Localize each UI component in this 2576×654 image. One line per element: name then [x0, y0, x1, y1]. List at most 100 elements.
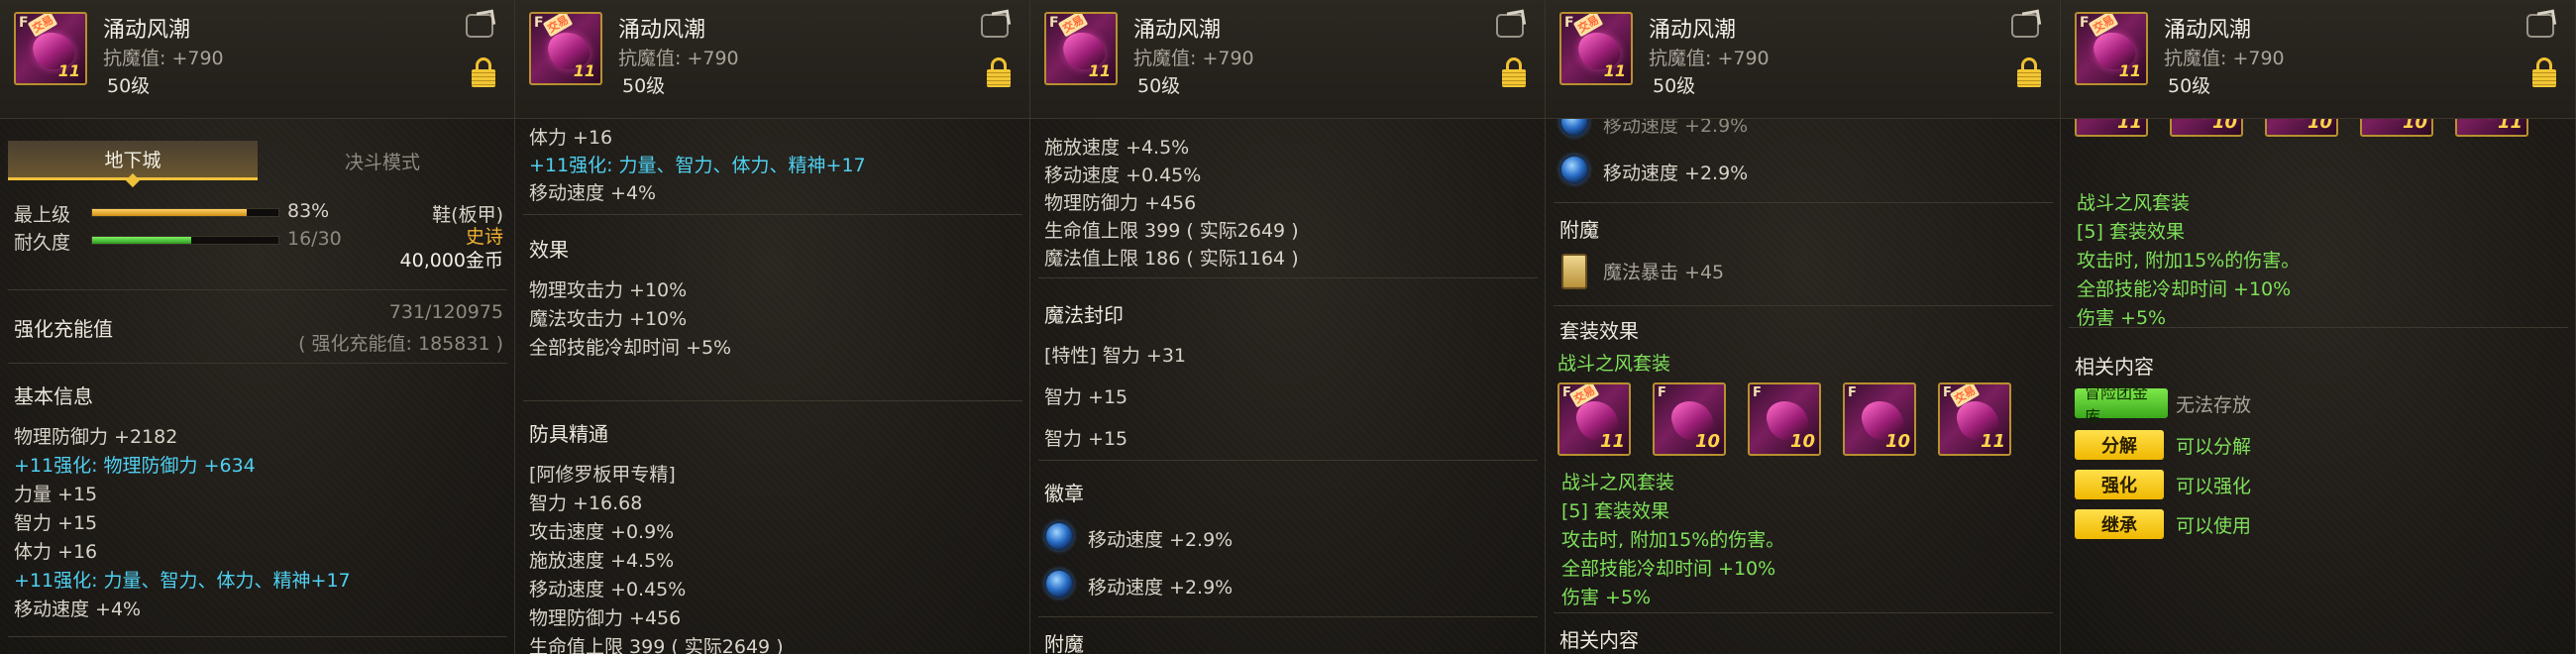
- item-header: F 交易 11 涌动风潮 抗魔值: +790 50级: [0, 0, 514, 119]
- divider: [1038, 277, 1538, 278]
- set-effect-line: 全部技能冷却时间 +10%: [1561, 558, 1776, 580]
- item-stat: 抗魔值: +790: [103, 48, 224, 69]
- stat-line: +11强化: 力量、智力、体力、精神+17: [14, 570, 351, 592]
- durability-fill: [92, 237, 191, 244]
- charge-label: 强化充能值: [14, 317, 113, 341]
- set-item-icon[interactable]: F 10: [1843, 382, 1916, 456]
- set-effect-line: [5] 套装效果: [1561, 500, 1669, 522]
- stat-line: +11强化: 力量、智力、体力、精神+17: [529, 155, 866, 176]
- divider: [523, 400, 1022, 401]
- max-level-bar: [91, 208, 279, 217]
- divider: [1038, 460, 1538, 461]
- action-badge[interactable]: 继承: [2075, 509, 2164, 539]
- set-item-icon[interactable]: F 10: [1653, 382, 1726, 456]
- mastery-line: 智力 +16.68: [529, 492, 643, 514]
- lock-icon[interactable]: [1502, 57, 1526, 87]
- emblem-line: 移动速度 +2.9%: [1088, 577, 1234, 599]
- plus-tag: 10: [1884, 431, 1910, 452]
- item-header: F 交易 11 涌动风潮 抗魔值: +790 50级: [2061, 0, 2575, 119]
- set-effect-line: 伤害 +5%: [2077, 307, 2167, 329]
- lock-icon[interactable]: [987, 57, 1011, 87]
- stat-line: 物理防御力 +2182: [14, 426, 178, 448]
- share-icon[interactable]: [2526, 14, 2554, 38]
- tab-pvp[interactable]: 决斗模式: [258, 141, 507, 180]
- charge-sub: ( 强化充能值: 185831 ): [298, 333, 503, 355]
- mastery-line: 施放速度 +4.5%: [529, 550, 675, 572]
- effect-title: 效果: [529, 238, 569, 262]
- enchant-line: 魔法暴击 +45: [1603, 262, 1725, 283]
- effect-line: 全部技能冷却时间 +5%: [529, 337, 732, 359]
- mastery-line: 生命值上限 399 ( 实际2649 ): [529, 636, 784, 654]
- tooltip-panel-4: F 交易 11 涌动风潮 抗魔值: +790 50级 移动速度 +2.9% 移动…: [1546, 0, 2061, 654]
- mastery-line: 攻击速度 +0.9%: [529, 521, 675, 543]
- charge-value: 731/120975: [388, 301, 503, 323]
- stat-line: 移动速度 +4%: [14, 599, 142, 620]
- set-effect-line: 全部技能冷却时间 +10%: [2077, 278, 2292, 300]
- set-effect-line: 战斗之风套装: [2077, 192, 2191, 214]
- item-level: 50级: [107, 75, 151, 97]
- tooltip-panel-1: F 交易 11 涌动风潮 抗魔值: +790 50级 地下城 决斗模式 最上级 …: [0, 0, 515, 654]
- effect-line: 物理攻击力 +10%: [529, 279, 688, 301]
- enchant-title: 附魔: [1044, 632, 1084, 654]
- tooltip-panel-2: F 交易 11 涌动风潮 抗魔值: +790 50级 体力 +16 +11强化: …: [515, 0, 1030, 654]
- tab-dungeon[interactable]: 地下城: [8, 141, 258, 180]
- effect-line: 魔法攻击力 +10%: [529, 308, 688, 330]
- set-item-icon[interactable]: F 10: [1748, 382, 1821, 456]
- item-stat: 抗魔值: +790: [618, 48, 739, 69]
- lock-icon[interactable]: [2017, 57, 2041, 87]
- tooltip-strip: F 交易 11 涌动风潮 抗魔值: +790 50级 地下城 决斗模式 最上级 …: [0, 0, 2576, 654]
- mastery-line: [阿修罗板甲专精]: [529, 464, 676, 486]
- stat-line: 力量 +15: [14, 484, 98, 505]
- set-effect-line: [5] 套装效果: [2077, 221, 2185, 243]
- lock-icon[interactable]: [2532, 57, 2556, 87]
- max-level-fill: [92, 209, 248, 216]
- divider: [1554, 305, 2053, 306]
- emblem-gem-icon: [1044, 569, 1074, 599]
- emblem-gem-icon: [1559, 155, 1589, 184]
- action-text: 可以强化: [2176, 476, 2252, 497]
- tooltip-panel-3: F 交易 11 涌动风潮 抗魔值: +790 50级 施放速度 +4.5% 移动速…: [1030, 0, 1546, 654]
- divider: [8, 363, 507, 364]
- plus-tag: 11: [2118, 61, 2141, 80]
- set-name: 战斗之风套装: [1557, 353, 1671, 375]
- lock-icon[interactable]: [472, 57, 495, 87]
- action-badge[interactable]: 强化: [2075, 470, 2164, 499]
- enchant-card-icon: [1561, 254, 1587, 289]
- action-badge[interactable]: 分解: [2075, 430, 2164, 460]
- action-text: 可以分解: [2176, 436, 2252, 458]
- max-level-value: 83%: [287, 200, 330, 222]
- item-level: 50级: [1653, 75, 1696, 97]
- emblem-title: 徽章: [1044, 482, 1084, 505]
- mastery-line: 移动速度 +0.45%: [529, 579, 687, 600]
- item-name: 涌动风潮: [618, 18, 706, 43]
- set-item-icon[interactable]: F 交易 11: [1557, 382, 1631, 456]
- seal-title: 魔法封印: [1044, 303, 1124, 327]
- durability-label: 耐久度: [14, 232, 71, 254]
- enchant-title: 附魔: [1559, 218, 1599, 242]
- seal-line: 智力 +15: [1044, 428, 1128, 450]
- related-title: 相关内容: [2075, 355, 2154, 379]
- stat-line: 魔法值上限 186 ( 实际1164 ): [1044, 248, 1299, 270]
- vault-badge: 冒险团金库: [2075, 383, 2168, 426]
- plus-tag: 11: [1980, 431, 2005, 452]
- item-icon: F 交易 11: [529, 12, 602, 85]
- item-stat: 抗魔值: +790: [1649, 48, 1770, 69]
- item-icon: F 交易 11: [1044, 12, 1118, 85]
- share-icon[interactable]: [1496, 14, 1524, 38]
- grade-tag: F: [1848, 385, 1857, 400]
- divider: [1554, 612, 2053, 613]
- share-icon[interactable]: [2011, 14, 2039, 38]
- item-name: 涌动风潮: [1649, 18, 1737, 43]
- divider: [8, 289, 507, 290]
- share-icon[interactable]: [466, 14, 493, 38]
- stat-line: 生命值上限 399 ( 实际2649 ): [1044, 220, 1299, 242]
- stat-line: 移动速度 +0.45%: [1044, 164, 1202, 186]
- set-effect-line: 伤害 +5%: [1561, 587, 1652, 608]
- set-effect-line: 战斗之风套装: [1561, 472, 1675, 493]
- vault-text: 无法存放: [2176, 394, 2252, 416]
- mastery-title: 防具精通: [529, 422, 608, 446]
- share-icon[interactable]: [981, 14, 1009, 38]
- basic-info-title: 基本信息: [14, 384, 93, 408]
- set-item-icon[interactable]: F 交易 11: [1938, 382, 2011, 456]
- item-icon: F 交易 11: [1559, 12, 1633, 85]
